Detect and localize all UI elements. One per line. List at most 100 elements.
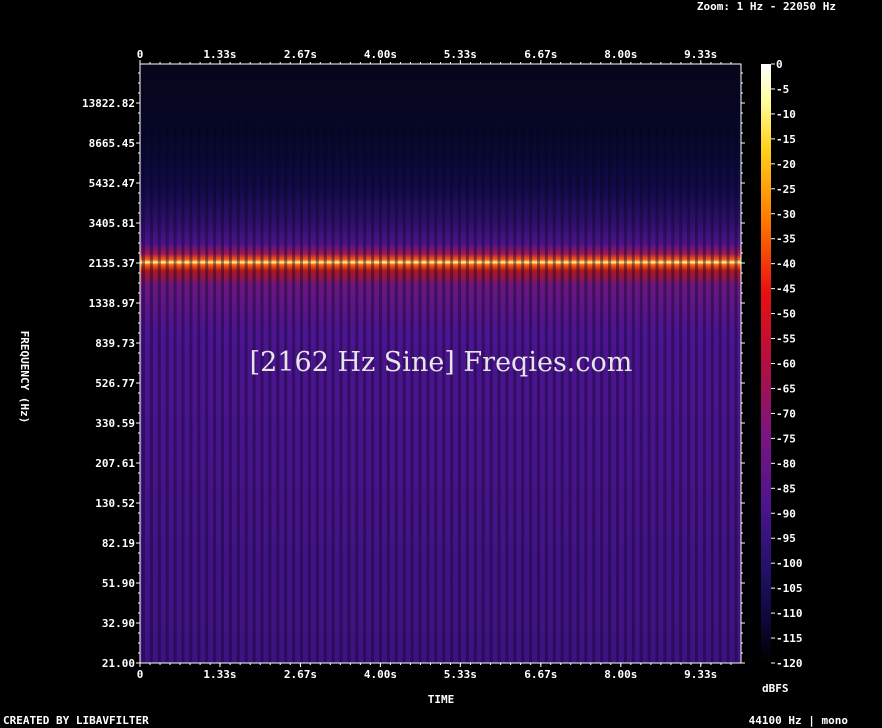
frame-stripe (149, 124, 153, 244)
frame-stripe (695, 124, 698, 244)
colorbar-tick-label: -25 (776, 183, 796, 196)
frame-stripe (221, 244, 224, 663)
x-axis-bottom: 0 1.33s 2.67s 4.00s 5.33s 6.67s 8.00s 9.33s (137, 663, 732, 681)
colorbar-tick-label: -100 (776, 557, 803, 570)
watermark: [2162 Hz Sine] Freqies.com (250, 347, 633, 378)
y-tick-label: 130.52 (95, 497, 135, 510)
frame-stripe (331, 124, 335, 244)
frame-stripe (236, 124, 240, 244)
frame-stripe (560, 244, 564, 663)
frame-stripe (631, 244, 635, 663)
frame-stripe (655, 124, 659, 244)
x-tick-label: 0 (137, 668, 144, 681)
frame-stripe (544, 124, 548, 244)
frame-stripe (213, 244, 217, 663)
frame-stripe (157, 124, 161, 244)
x-tick-label: 5.33s (444, 668, 477, 681)
colorbar-tick-label: -60 (776, 358, 796, 371)
colorbar-tick-label: -105 (776, 582, 803, 595)
x-tick-label: 9.33s (684, 668, 717, 681)
frame-stripe (260, 244, 264, 663)
frame-stripe (497, 244, 501, 663)
x-tick-label: 1.33s (203, 668, 236, 681)
frame-stripe (442, 124, 446, 244)
colorbar-tick-label: -50 (776, 308, 796, 321)
frame-stripe (623, 244, 627, 663)
frame-stripe (552, 124, 556, 244)
frame-stripe (576, 124, 580, 244)
frame-stripe (584, 244, 588, 663)
frame-stripe (189, 244, 193, 663)
frame-stripe (181, 124, 185, 244)
frame-stripe (292, 124, 296, 244)
frame-stripe (647, 244, 651, 663)
frame-stripe (726, 244, 730, 663)
y-tick-label: 8665.45 (89, 137, 135, 150)
frame-stripe (355, 124, 359, 244)
footer-format: 44100 Hz | mono (749, 714, 849, 727)
frame-stripe (710, 124, 714, 244)
frame-stripe (616, 244, 619, 663)
frame-stripe (647, 124, 651, 244)
colorbar-tick-label: -110 (776, 607, 803, 620)
frame-stripe (410, 244, 414, 663)
y-tick-label: 51.90 (102, 577, 135, 590)
frame-stripe (465, 124, 469, 244)
frame-stripe (537, 244, 540, 663)
frame-stripe (671, 124, 675, 244)
frame-stripe (513, 244, 517, 663)
colorbar-tick-label: -90 (776, 507, 796, 520)
frame-stripe (307, 244, 311, 663)
frame-stripe (718, 244, 722, 663)
frame-stripe (410, 124, 414, 244)
frame-stripe (473, 124, 477, 244)
frame-stripe (260, 124, 264, 244)
colorbar-tick-label: -120 (776, 657, 803, 670)
frame-stripe (671, 244, 675, 663)
frame-stripe (157, 244, 161, 663)
frame-stripe (623, 124, 627, 244)
frame-stripe (315, 124, 319, 244)
frame-stripe (679, 124, 683, 244)
frame-stripe (734, 244, 738, 663)
frame-stripe (371, 244, 375, 663)
frame-stripe (205, 244, 209, 663)
frame-stripe (521, 244, 525, 663)
frame-stripe (165, 244, 169, 663)
frame-stripe (331, 244, 335, 663)
frame-stripe (339, 124, 343, 244)
frame-stripe (252, 244, 256, 663)
colorbar-tick-label: -10 (776, 108, 796, 121)
frame-stripe (142, 244, 145, 663)
footer-credit: CREATED BY LIBAVFILTER (3, 714, 149, 727)
colorbar-tick-label: -35 (776, 233, 796, 246)
frame-stripe (505, 244, 509, 663)
frame-stripe (544, 244, 548, 663)
x-tick-label: 9.33s (684, 48, 717, 61)
frame-stripe (379, 124, 382, 244)
frame-stripe (371, 124, 375, 244)
frame-stripe (639, 244, 643, 663)
frame-stripe (284, 244, 288, 663)
y-axis-title: FREQUENCY (Hz) (18, 331, 31, 424)
frame-stripe (687, 124, 691, 244)
frame-stripe (481, 124, 485, 244)
frame-stripe (702, 244, 706, 663)
frame-stripe (402, 244, 406, 663)
frame-stripe (442, 244, 446, 663)
frame-stripe (513, 124, 517, 244)
frame-stripe (394, 124, 398, 244)
frame-stripe (663, 124, 667, 244)
frame-stripe (521, 124, 525, 244)
x-tick-label: 0 (137, 48, 144, 61)
frame-stripe (268, 124, 272, 244)
frame-stripe (244, 124, 248, 244)
frame-stripe (347, 124, 351, 244)
frame-stripe (149, 244, 153, 663)
frame-stripe (552, 244, 556, 663)
frame-stripe (418, 124, 422, 244)
y-tick-label: 82.19 (102, 537, 135, 550)
frame-stripe (228, 244, 232, 663)
x-tick-label: 5.33s (444, 48, 477, 61)
frame-stripe (426, 124, 430, 244)
